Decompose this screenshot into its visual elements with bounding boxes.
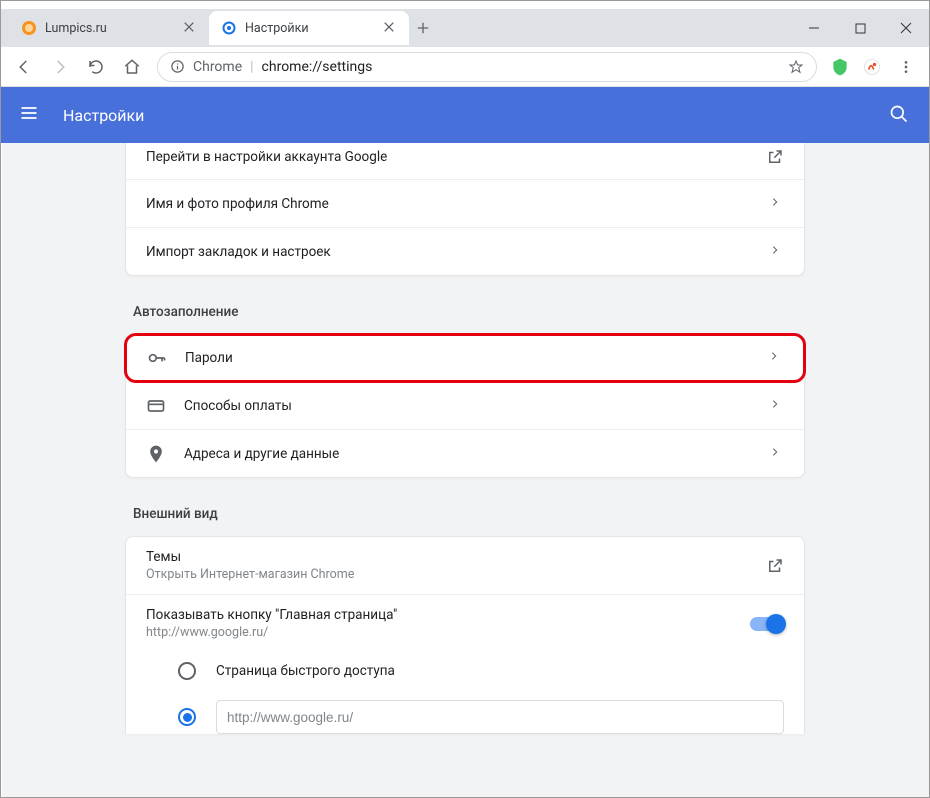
row-label: Имя и фото профиля Chrome <box>146 196 752 212</box>
chevron-right-icon <box>770 399 784 413</box>
forward-button[interactable] <box>43 51 77 83</box>
extension-adblock-icon[interactable] <box>825 52 855 82</box>
radio-label: Страница быстрого доступа <box>216 663 395 679</box>
window-controls <box>791 12 929 44</box>
address-bar: Chrome | chrome://settings <box>1 47 929 87</box>
row-label: Адреса и другие данные <box>184 446 752 462</box>
chevron-right-icon <box>770 245 784 259</box>
row-profile-name-photo[interactable]: Имя и фото профиля Chrome <box>126 179 804 227</box>
tab-title: Lumpics.ru <box>45 21 175 36</box>
new-tab-button[interactable] <box>409 14 437 42</box>
home-url-input[interactable] <box>216 700 784 734</box>
close-icon[interactable] <box>183 21 197 35</box>
favicon-lumpics <box>21 20 37 36</box>
row-label: Темы <box>146 549 748 565</box>
maximize-button[interactable] <box>837 12 883 44</box>
tab-title: Настройки <box>245 21 375 36</box>
appearance-card: Темы Открыть Интернет-магазин Chrome Пок… <box>125 536 805 734</box>
reload-button[interactable] <box>79 51 113 83</box>
back-button[interactable] <box>7 51 41 83</box>
radio-row-quick-access[interactable]: Страница быстрого доступа <box>126 652 804 690</box>
menu-icon[interactable] <box>19 103 43 127</box>
url-scheme: Chrome <box>193 59 242 75</box>
page-title: Настройки <box>63 106 869 125</box>
row-passwords[interactable]: Пароли <box>124 333 806 383</box>
minimize-button[interactable] <box>791 12 837 44</box>
bookmark-star-icon[interactable] <box>788 59 804 75</box>
row-label: Перейти в настройки аккаунта Google <box>146 149 748 165</box>
toggle-home-button[interactable] <box>750 617 784 631</box>
url-separator: | <box>250 59 253 75</box>
account-card: Перейти в настройки аккаунта Google Имя … <box>125 143 805 276</box>
row-label: Пароли <box>185 350 751 366</box>
row-sublabel: Открыть Интернет-магазин Chrome <box>146 567 748 582</box>
row-themes[interactable]: Темы Открыть Интернет-магазин Chrome <box>126 537 804 594</box>
chevron-right-icon <box>769 351 783 365</box>
extension-icon[interactable] <box>857 52 887 82</box>
home-button[interactable] <box>115 51 149 83</box>
row-label: Способы оплаты <box>184 398 752 414</box>
external-link-icon <box>766 557 784 575</box>
row-import-bookmarks[interactable]: Импорт закладок и настроек <box>126 227 804 275</box>
section-title-autofill: Автозаполнение <box>133 304 805 320</box>
radio-unchecked-icon[interactable] <box>178 662 196 680</box>
search-icon[interactable] <box>889 104 911 126</box>
credit-card-icon <box>146 396 166 416</box>
row-label: Показывать кнопку "Главная страница" <box>146 607 732 623</box>
chrome-menu-button[interactable] <box>889 51 923 83</box>
key-icon <box>147 348 167 368</box>
row-sublabel: http://www.google.ru/ <box>146 625 732 640</box>
radio-row-custom-url[interactable] <box>126 690 804 734</box>
section-title-appearance: Внешний вид <box>133 506 805 522</box>
row-home-button: Показывать кнопку "Главная страница" htt… <box>126 594 804 652</box>
external-link-icon <box>766 148 784 166</box>
settings-content: Перейти в настройки аккаунта Google Имя … <box>2 143 928 797</box>
radio-checked-icon[interactable] <box>178 708 196 726</box>
autofill-card: Пароли Способы оплаты Адреса и другие да… <box>125 334 805 478</box>
row-payment-methods[interactable]: Способы оплаты <box>126 381 804 429</box>
row-google-account[interactable]: Перейти в настройки аккаунта Google <box>126 143 804 179</box>
close-window-button[interactable] <box>883 12 929 44</box>
location-pin-icon <box>146 444 166 464</box>
row-label: Импорт закладок и настроек <box>146 244 752 260</box>
chevron-right-icon <box>770 447 784 461</box>
tab-settings[interactable]: Настройки <box>209 11 409 45</box>
site-info-icon[interactable] <box>170 59 185 74</box>
omnibox[interactable]: Chrome | chrome://settings <box>157 52 817 82</box>
close-icon[interactable] <box>383 21 397 35</box>
url-text: chrome://settings <box>262 59 373 75</box>
settings-header: Настройки <box>1 87 929 143</box>
row-addresses[interactable]: Адреса и другие данные <box>126 429 804 477</box>
tab-lumpics[interactable]: Lumpics.ru <box>9 11 209 45</box>
browser-tab-strip: Lumpics.ru Настройки <box>1 9 929 47</box>
gear-icon <box>221 20 237 36</box>
chevron-right-icon <box>770 197 784 211</box>
